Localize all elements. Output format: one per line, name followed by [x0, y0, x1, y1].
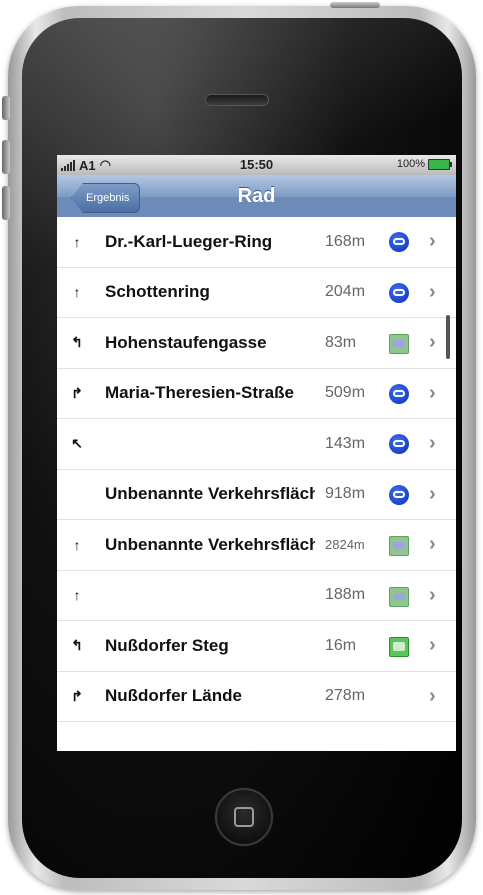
chevron-right-icon: ›	[429, 482, 436, 505]
distance: 204m	[325, 283, 366, 301]
chevron-right-icon: ›	[429, 634, 436, 657]
distance: 16m	[325, 636, 357, 654]
distance: 188m	[325, 586, 366, 604]
green-path-icon	[389, 637, 409, 657]
chevron-right-icon: ›	[429, 432, 436, 455]
navigation-bar: Ergebnis Rad	[57, 175, 456, 220]
route-step-row[interactable]: ↑ 188m ›	[57, 570, 456, 621]
street-name: Nußdorfer Lände	[105, 686, 242, 706]
home-square-icon	[234, 807, 254, 827]
turn-right-icon: ↱	[71, 687, 83, 704]
street-name: Schottenring	[105, 282, 210, 302]
mute-switch	[2, 96, 10, 120]
bike-lane-icon	[389, 383, 409, 404]
battery-percent: 100%	[396, 158, 425, 170]
distance: 168m	[325, 232, 366, 250]
distance: 143m	[325, 434, 366, 452]
distance: 918m	[325, 485, 366, 503]
route-step-row[interactable]: ↱ Maria-Theresien-Straße 509m ›	[57, 368, 456, 419]
screen: A1 ◠ 15:50 100% Ergebnis Rad ↑ Dr.-Karl-…	[57, 155, 456, 751]
street-name: Maria-Theresien-Straße	[105, 383, 294, 403]
status-bar: A1 ◠ 15:50 100%	[57, 155, 456, 175]
volume-down-button	[2, 186, 10, 220]
street-name: Unbenannte Verkehrsfläche	[105, 484, 315, 504]
bike-lane-icon	[389, 282, 409, 303]
straight-arrow-icon: ↑	[73, 587, 81, 604]
chevron-right-icon: ›	[429, 331, 436, 354]
route-step-row[interactable]: ↑ Dr.-Karl-Lueger-Ring 168m ›	[57, 217, 456, 268]
route-step-row[interactable]: ↑ Schottenring 204m ›	[57, 267, 456, 318]
page-title: Rad	[237, 185, 276, 207]
street-name: Unbenannte Verkehrsfläche	[105, 534, 315, 554]
battery-icon	[428, 158, 452, 170]
status-right: 100%	[396, 158, 452, 170]
chevron-right-icon: ›	[429, 684, 436, 707]
bike-path-sign-icon	[389, 536, 409, 556]
street-name: Dr.-Karl-Lueger-Ring	[105, 231, 273, 251]
turn-left-icon: ↰	[71, 334, 83, 351]
home-button[interactable]	[215, 788, 273, 846]
distance: 2824m	[325, 537, 365, 553]
chevron-right-icon: ›	[429, 230, 436, 253]
chevron-right-icon: ›	[429, 533, 436, 556]
earpiece-speaker	[205, 94, 269, 106]
route-step-row[interactable]: ↖ 143m ›	[57, 419, 456, 470]
route-step-row[interactable]: ↱ Nußdorfer Lände 278m ›	[57, 671, 456, 722]
turn-left-icon: ↰	[71, 637, 83, 654]
route-step-row[interactable]: ↰ Nußdorfer Steg 16m ›	[57, 621, 456, 672]
route-steps-list: ↑ Dr.-Karl-Lueger-Ring 168m › ↑ Schotten…	[57, 217, 456, 722]
distance: 278m	[325, 687, 366, 705]
route-step-row[interactable]: ↰ Hohenstaufengasse 83m ›	[57, 318, 456, 369]
turn-right-icon: ↱	[71, 384, 83, 401]
bike-lane-icon	[389, 434, 409, 454]
straight-arrow-icon: ↑	[73, 233, 81, 250]
slight-left-icon: ↖	[71, 435, 83, 452]
route-step-row[interactable]: Unbenannte Verkehrsfläche 918m ›	[57, 469, 456, 520]
sleep-button	[330, 2, 380, 8]
straight-arrow-icon: ↑	[73, 284, 81, 301]
scroll-indicator[interactable]	[446, 315, 450, 359]
route-step-row[interactable]: ↑ Unbenannte Verkehrsfläche 2824m ›	[57, 520, 456, 571]
bike-path-sign-icon	[389, 334, 409, 354]
chevron-right-icon: ›	[429, 583, 436, 606]
street-name: Hohenstaufengasse	[105, 332, 267, 352]
chevron-right-icon: ›	[429, 280, 436, 303]
chevron-right-icon: ›	[429, 381, 436, 404]
bike-lane-icon	[389, 232, 409, 252]
volume-up-button	[2, 140, 10, 174]
straight-arrow-icon: ↑	[73, 536, 81, 553]
distance: 83m	[325, 333, 357, 351]
distance: 509m	[325, 384, 366, 402]
street-name: Nußdorfer Steg	[105, 635, 229, 655]
bike-path-sign-icon	[389, 586, 409, 607]
bike-lane-icon	[389, 484, 409, 505]
